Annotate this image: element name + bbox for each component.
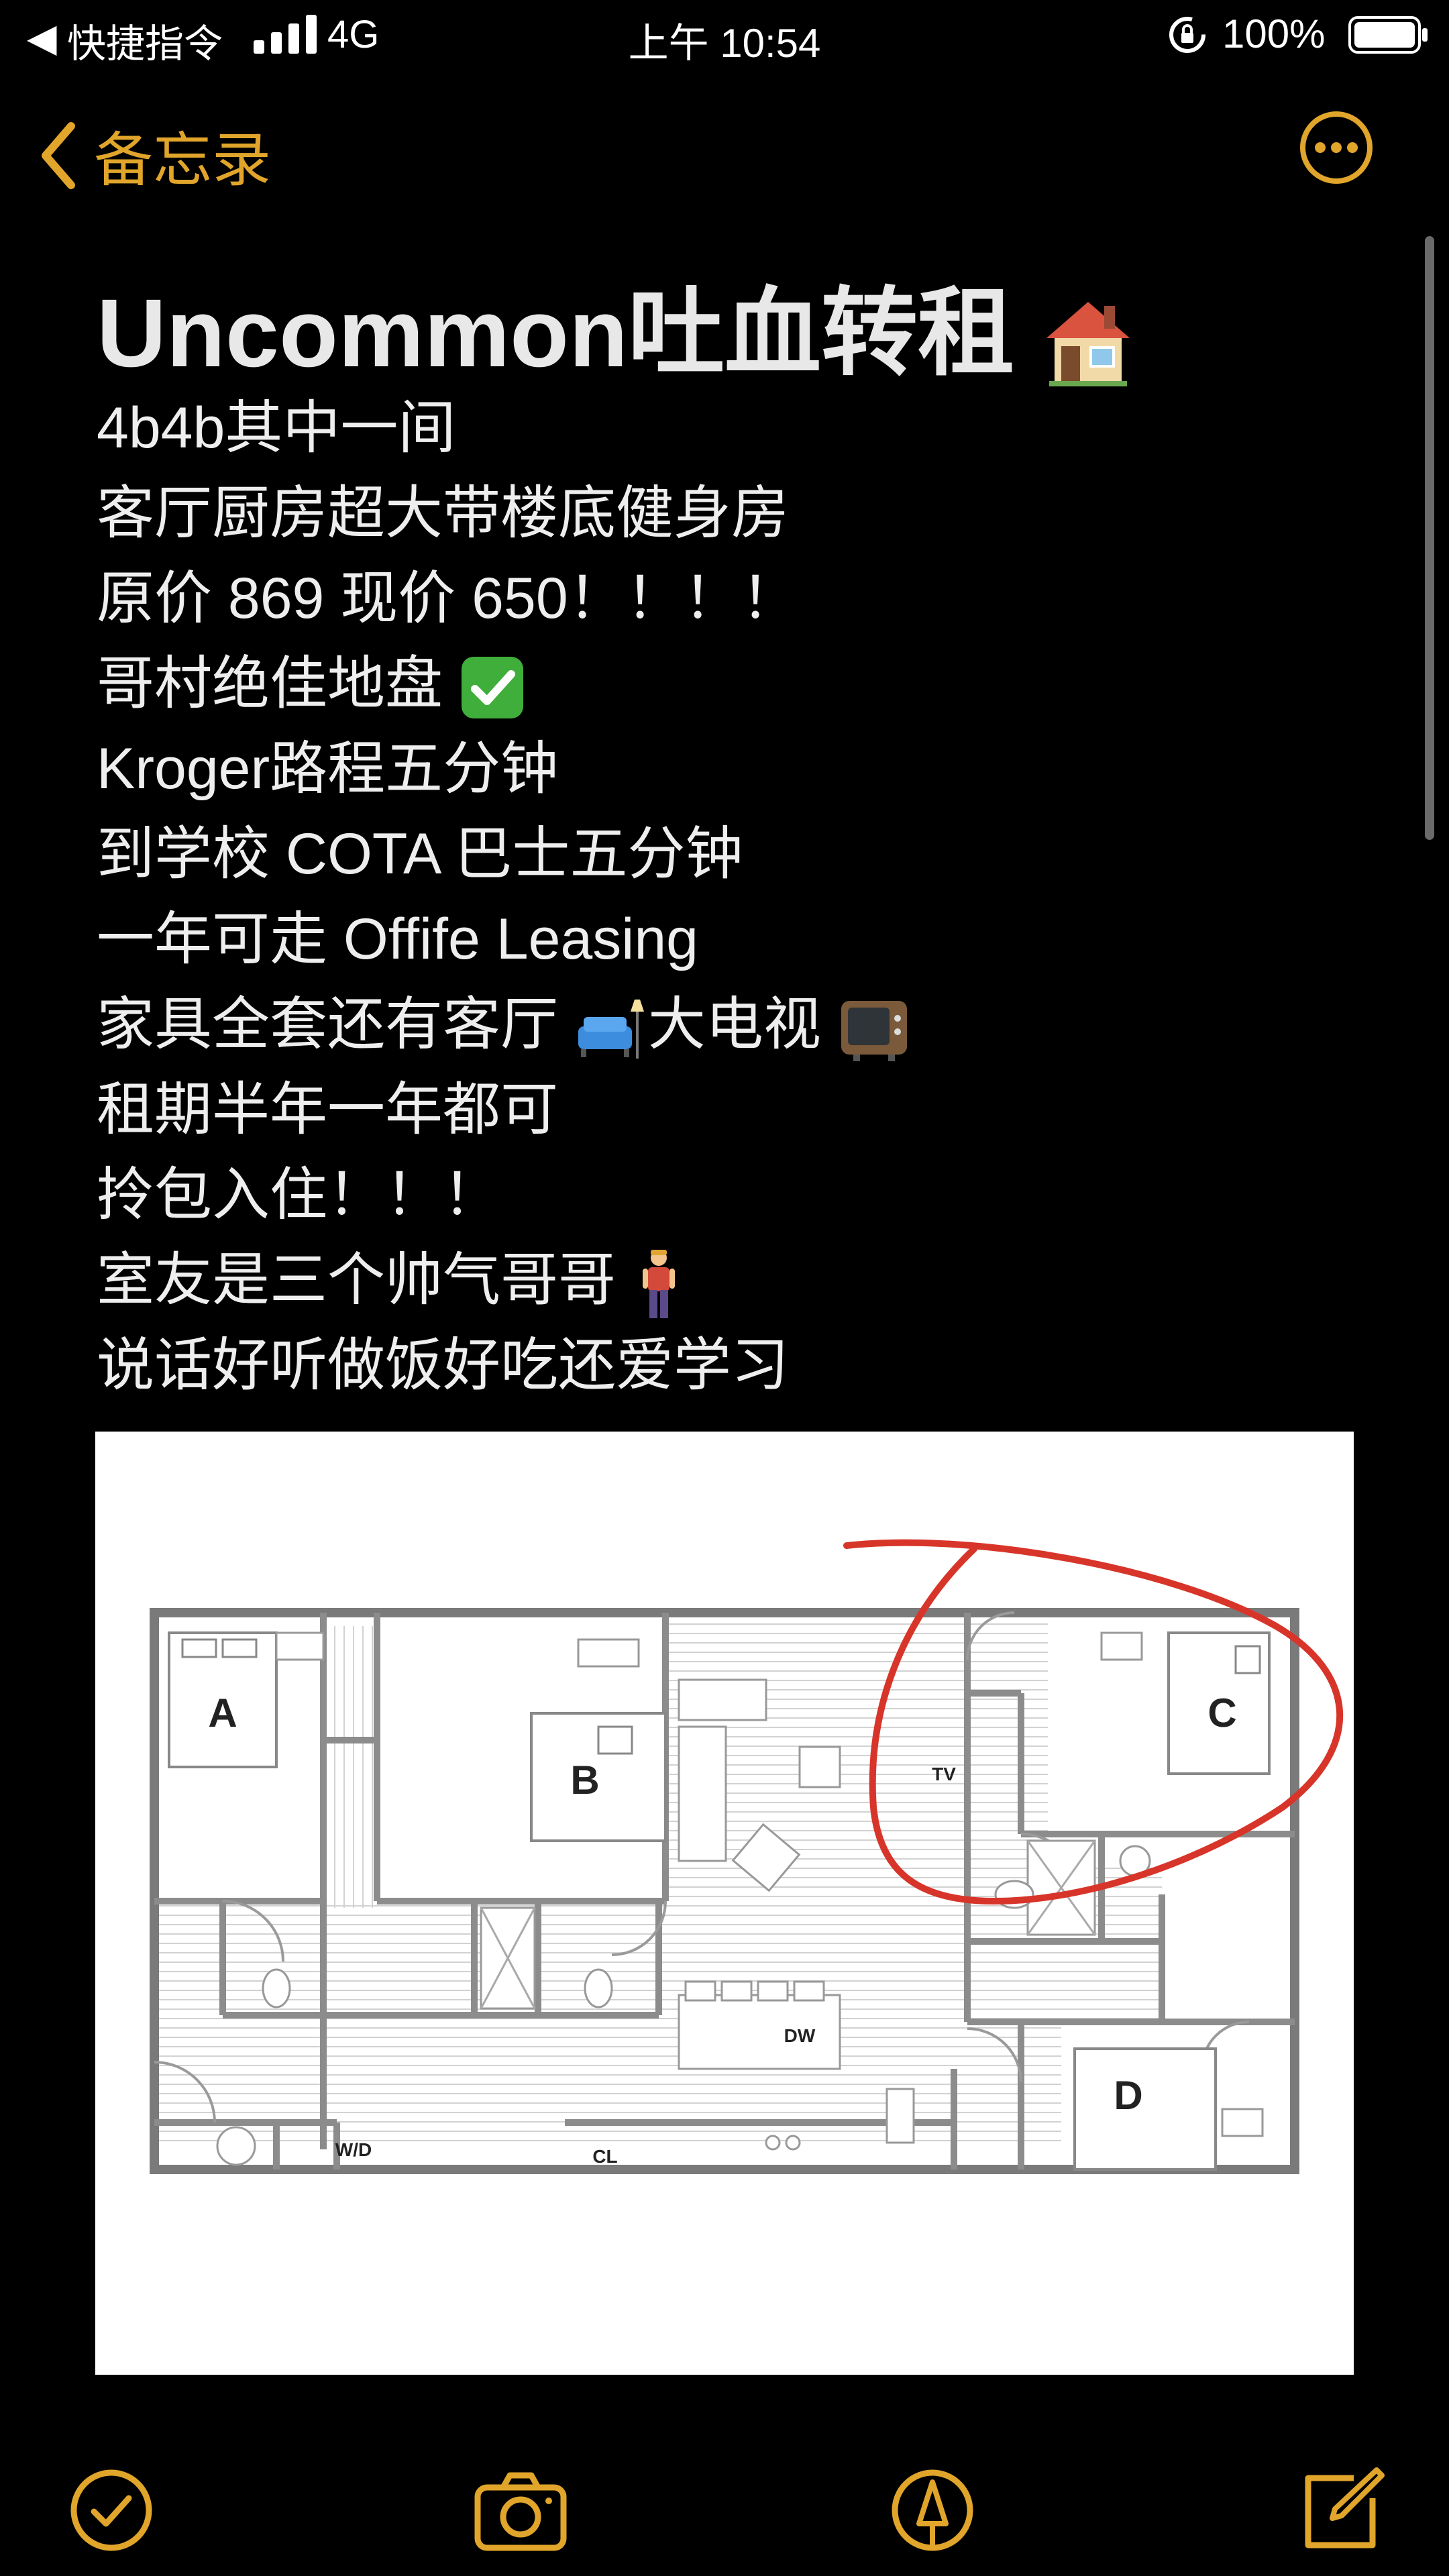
standing-man-emoji-icon (642, 1250, 675, 1319)
compose-icon[interactable] (1293, 2463, 1387, 2557)
ellipsis-circle-icon[interactable] (1299, 110, 1374, 185)
note-line: 室友是三个帅气哥哥 (97, 1238, 1344, 1323)
dishwasher-label: DW (784, 2025, 816, 2046)
room-a-label: A (208, 1690, 237, 1735)
house-emoji-icon (1046, 301, 1130, 386)
note-line: 哥村绝佳地盘 (97, 641, 1344, 727)
note-line: 客厅厨房超大带楼底健身房 (97, 481, 789, 545)
note-line: 到学校 COTA 巴士五分钟 (97, 822, 743, 886)
note-line: 原价 869 现价 650！！！！ (97, 566, 799, 631)
bottom-toolbar (0, 2428, 1449, 2576)
navigation-bar: 备忘录 (0, 101, 1449, 195)
rotation-lock-icon (1169, 17, 1205, 53)
floor-plan-image[interactable]: A B C D TV DW W/D CL (95, 1432, 1354, 2375)
note-body[interactable]: 4b4b其中一间 客厅厨房超大带楼底健身房 原价 869 现价 650！！！！ … (97, 386, 1344, 1408)
scroll-indicator[interactable] (1425, 236, 1434, 840)
battery-percent: 100% (1222, 11, 1326, 56)
back-button-label: 备忘录 (94, 127, 272, 193)
markup-pen-icon[interactable] (885, 2463, 979, 2557)
room-b-label: B (570, 1758, 599, 1803)
note-title-text: Uncommon吐血转租 (97, 279, 1015, 387)
chevron-left-icon (42, 121, 75, 189)
tv-label: TV (932, 1764, 956, 1784)
floor-plan-drawing: A B C D TV DW W/D CL (150, 1539, 1343, 2174)
back-button[interactable]: 备忘录 (38, 113, 271, 198)
note-title[interactable]: Uncommon吐血转租 (97, 255, 1135, 394)
checklist-icon[interactable] (64, 2463, 158, 2557)
note-line: 说话好听做饭好吃还爱学习 (97, 1333, 789, 1397)
room-c-label: C (1208, 1690, 1236, 1735)
note-line: 家具全套还有客厅 大电视 (97, 982, 1344, 1067)
closet-label: CL (592, 2146, 617, 2167)
status-bar: ◀ 快捷指令 4G 上午 10:54 100% (0, 0, 1449, 74)
room-d-label: D (1114, 2073, 1142, 2118)
camera-icon[interactable] (474, 2463, 568, 2557)
check-mark-emoji-icon (461, 657, 523, 719)
couch-and-lamp-emoji-icon (578, 1000, 644, 1059)
battery-icon (1348, 16, 1428, 54)
note-line: 一年可走 Offife Leasing (97, 907, 698, 971)
note-line: 租期半年一年都可 (97, 1077, 558, 1142)
note-line: 4b4b其中一间 (97, 396, 456, 460)
note-line: Kroger路程五分钟 (97, 737, 559, 801)
note-line: 拎包入住！！！ (97, 1163, 500, 1227)
washer-dryer-label: W/D (335, 2139, 372, 2160)
television-emoji-icon (841, 1001, 907, 1062)
